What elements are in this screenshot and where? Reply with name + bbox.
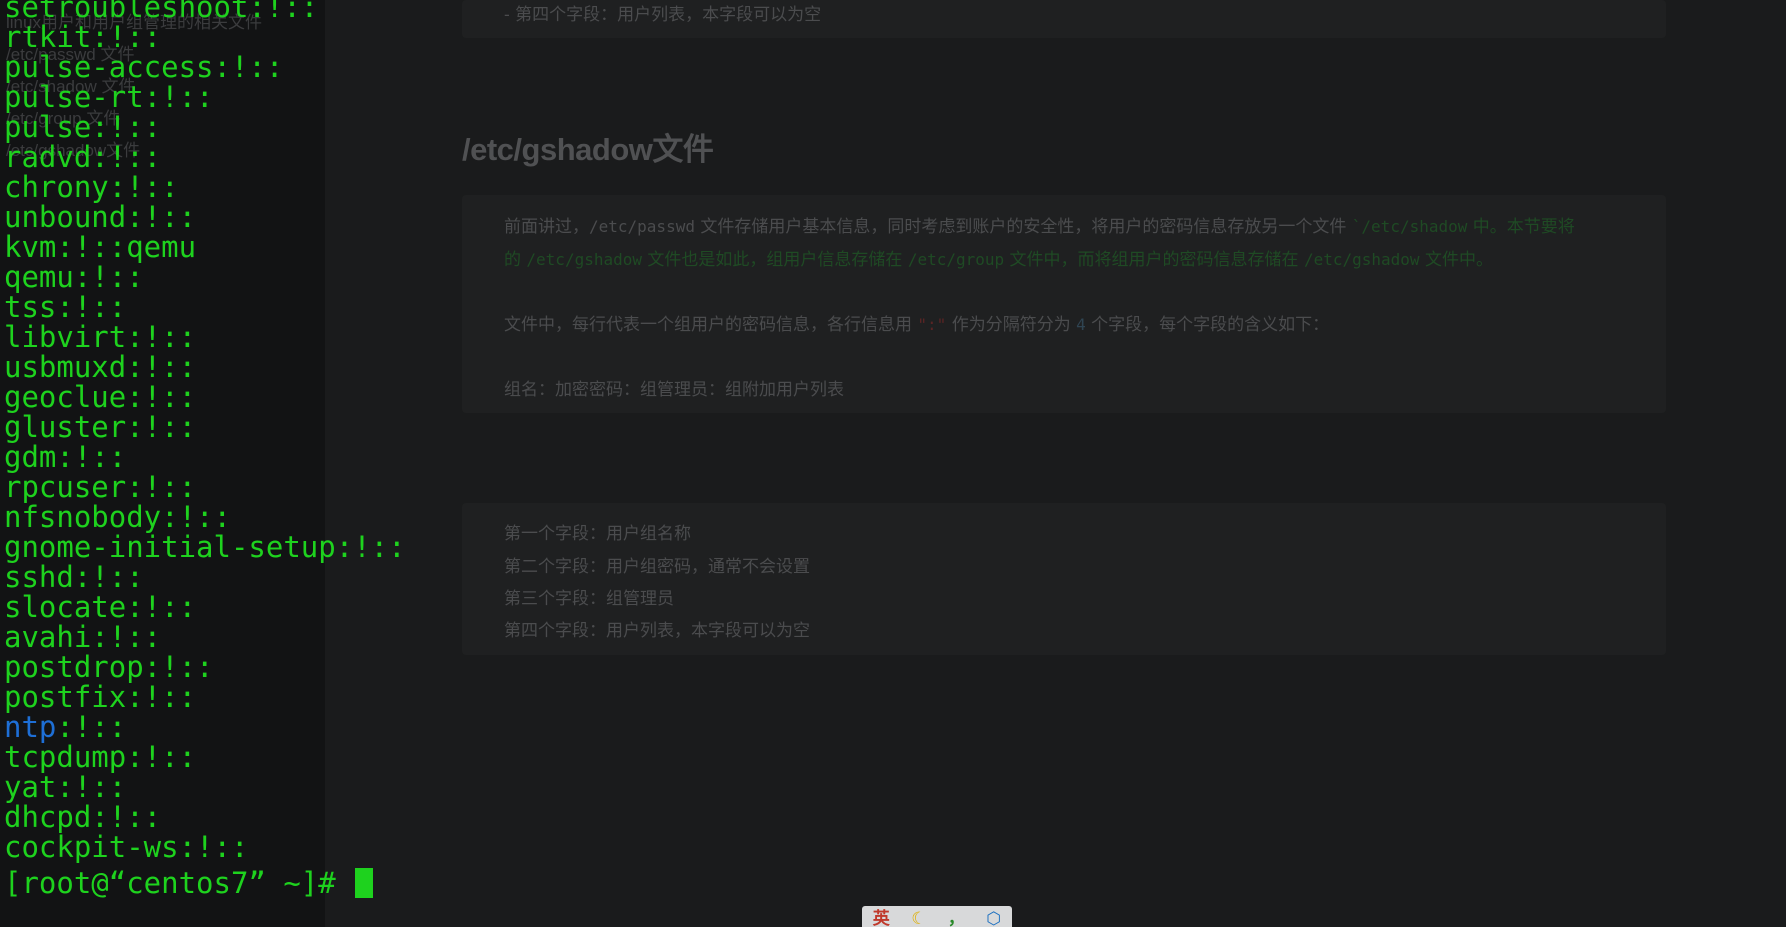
terminal-line: avahi:!:: — [4, 620, 162, 654]
terminal-line: gnome-initial-setup:!:: — [4, 530, 406, 564]
terminal-line: gdm:!:: — [4, 440, 127, 474]
ime-toolbar[interactable]: 英 ☾ ， ⬡ — [862, 906, 1012, 927]
ime-punctuation-toggle[interactable]: ， — [948, 906, 965, 927]
terminal-line: rtkit:!:: — [4, 20, 162, 54]
terminal-prompt-line[interactable]: [root@“centos7” ~]# — [4, 866, 374, 900]
terminal-line: usbmuxd:!:: — [4, 350, 197, 384]
terminal-output[interactable]: setroubleshoot:!:: rtkit:!:: pulse-acces… — [0, 0, 1786, 927]
terminal-line: geoclue:!:: — [4, 380, 197, 414]
moon-icon[interactable]: ☾ — [911, 906, 926, 927]
terminal-line: pulse-rt:!:: — [4, 80, 214, 114]
terminal-line: rpcuser:!:: — [4, 470, 197, 504]
terminal-line: radvd:!:: — [4, 140, 162, 174]
gear-icon[interactable]: ⬡ — [986, 906, 1001, 927]
terminal-line: tcpdump:!:: — [4, 740, 197, 774]
terminal-line: dhcpd:!:: — [4, 800, 162, 834]
terminal-line: sshd:!:: — [4, 560, 144, 594]
terminal-line: cockpit-ws:!:: — [4, 830, 249, 864]
terminal-line: yat:!:: — [4, 770, 127, 804]
terminal-line: tss:!:: — [4, 290, 127, 324]
terminal-line: kvm:!::qemu — [4, 230, 197, 264]
terminal-line: pulse:!:: — [4, 110, 162, 144]
terminal-line: postfix:!:: — [4, 680, 197, 714]
highlighted-account: ntp — [4, 710, 57, 744]
terminal-line: pulse-access:!:: — [4, 50, 284, 84]
terminal-line: slocate:!:: — [4, 590, 197, 624]
terminal-line: ntp:!:: — [4, 710, 127, 744]
shell-prompt: [root@“centos7” ~]# — [4, 866, 354, 900]
text-cursor — [355, 868, 374, 898]
terminal-line: libvirt:!:: — [4, 320, 197, 354]
terminal-line: unbound:!:: — [4, 200, 197, 234]
terminal-line: nfsnobody:!:: — [4, 500, 231, 534]
terminal-line: chrony:!:: — [4, 170, 179, 204]
terminal-line: postdrop:!:: — [4, 650, 214, 684]
terminal-line: gluster:!:: — [4, 410, 197, 444]
ime-language-toggle[interactable]: 英 — [873, 906, 890, 927]
terminal-line: qemu:!:: — [4, 260, 144, 294]
